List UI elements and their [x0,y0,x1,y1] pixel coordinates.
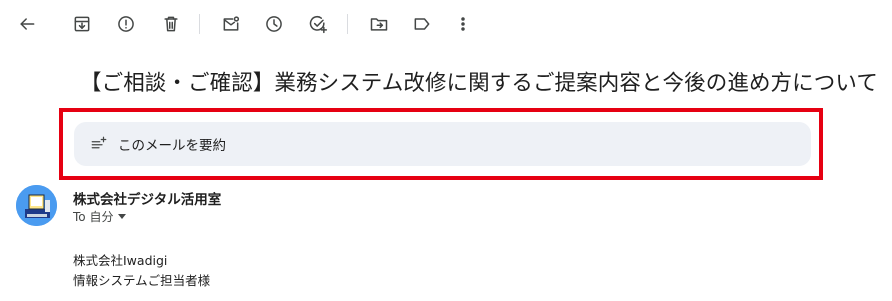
add-to-tasks-icon[interactable] [300,6,336,42]
summarize-icon [91,136,107,149]
sender-name: 株式会社デジタル活用室 [73,192,222,208]
move-to-icon[interactable] [361,6,397,42]
email-body-line: 情報システムご担当者様 [73,273,211,288]
delete-icon[interactable] [153,6,189,42]
caret-down-icon [118,214,127,219]
computer-avatar-icon [16,185,57,226]
snooze-icon[interactable] [256,6,292,42]
mark-unread-icon[interactable] [213,6,249,42]
back-arrow-icon[interactable] [9,6,45,42]
report-spam-icon[interactable] [108,6,144,42]
summarize-label: このメールを要約 [118,138,226,154]
toolbar-divider [347,14,348,34]
label-icon[interactable] [404,6,440,42]
email-subject: 【ご相談・ご確認】業務システム改修に関するご提案内容と今後の進め方について [80,71,878,96]
sender-avatar[interactable] [16,185,57,226]
email-toolbar [0,0,892,50]
recipient-details-toggle[interactable]: To 自分 [73,208,127,225]
recipient-label: To 自分 [73,210,114,224]
archive-icon[interactable] [64,6,100,42]
more-vert-icon[interactable] [445,6,481,42]
email-body-line: 株式会社Iwadigi [73,253,168,268]
toolbar-divider [199,14,200,34]
summarize-email-button[interactable]: このメールを要約 [74,122,811,166]
